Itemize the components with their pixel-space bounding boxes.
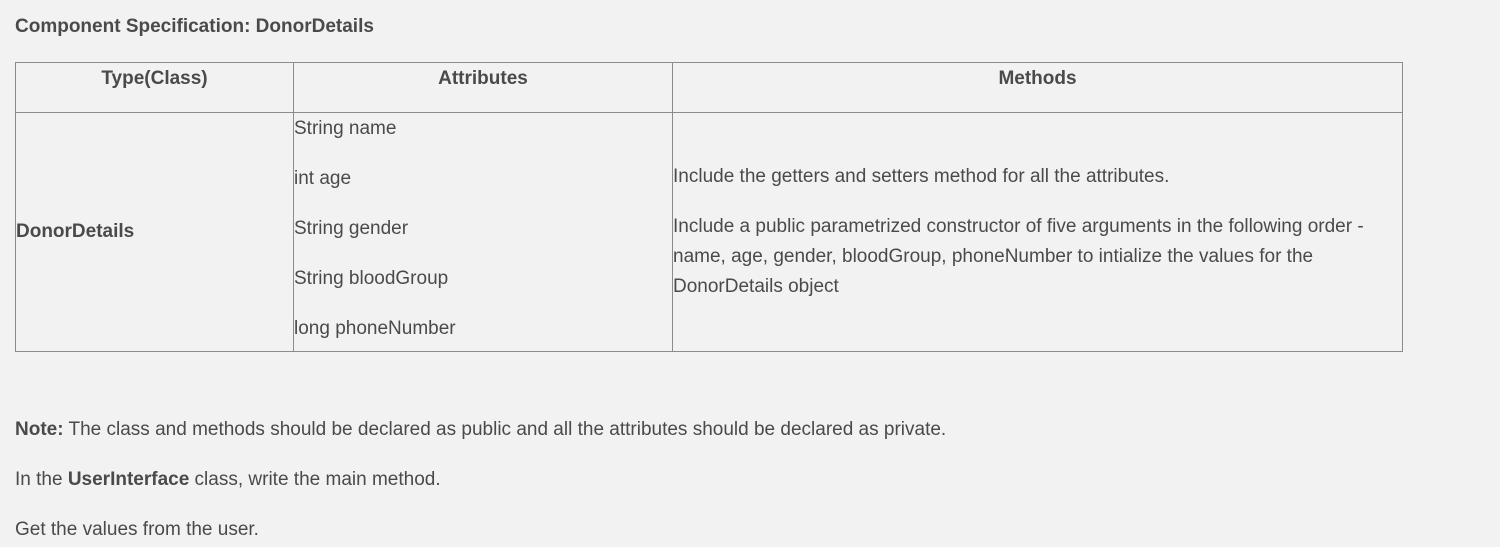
ui-class-name: UserInterface	[67, 469, 190, 490]
header-type: Type(Class)	[15, 62, 294, 113]
note-paragraph: Note: The class and methods should be de…	[15, 417, 1465, 442]
type-cell: DonorDetails	[15, 112, 294, 352]
table-row: DonorDetails String name int age String …	[15, 112, 1403, 352]
attributes-cell: String name int age String gender String…	[293, 112, 673, 352]
attribute-item: String name	[294, 118, 397, 139]
table-header-row: Type(Class) Attributes Methods	[15, 62, 1403, 113]
attribute-item: String gender	[294, 218, 409, 239]
attribute-item: long phoneNumber	[294, 318, 456, 339]
ui-suffix: class, write the main method.	[189, 469, 441, 490]
header-attributes: Attributes	[293, 62, 673, 113]
userinterface-paragraph: In the UserInterface class, write the ma…	[15, 467, 1465, 492]
method-description: Include a public parametrized constructo…	[673, 216, 1364, 297]
attribute-item: int age	[294, 168, 352, 189]
ui-prefix: In the	[15, 469, 68, 490]
methods-cell: Include the getters and setters method f…	[672, 112, 1403, 352]
header-methods: Methods	[672, 62, 1403, 113]
page-title: Component Specification: DonorDetails	[15, 16, 374, 37]
notes-section: Note: The class and methods should be de…	[15, 417, 1465, 547]
note-label: Note:	[15, 419, 64, 440]
spec-table: Type(Class) Attributes Methods DonorDeta…	[15, 62, 1403, 352]
method-description: Include the getters and setters method f…	[673, 166, 1170, 187]
note-text: The class and methods should be declared…	[63, 419, 947, 440]
attribute-item: String bloodGroup	[294, 268, 449, 289]
get-values-paragraph: Get the values from the user.	[15, 519, 259, 540]
attribute-list: String name int age String gender String…	[294, 113, 672, 351]
